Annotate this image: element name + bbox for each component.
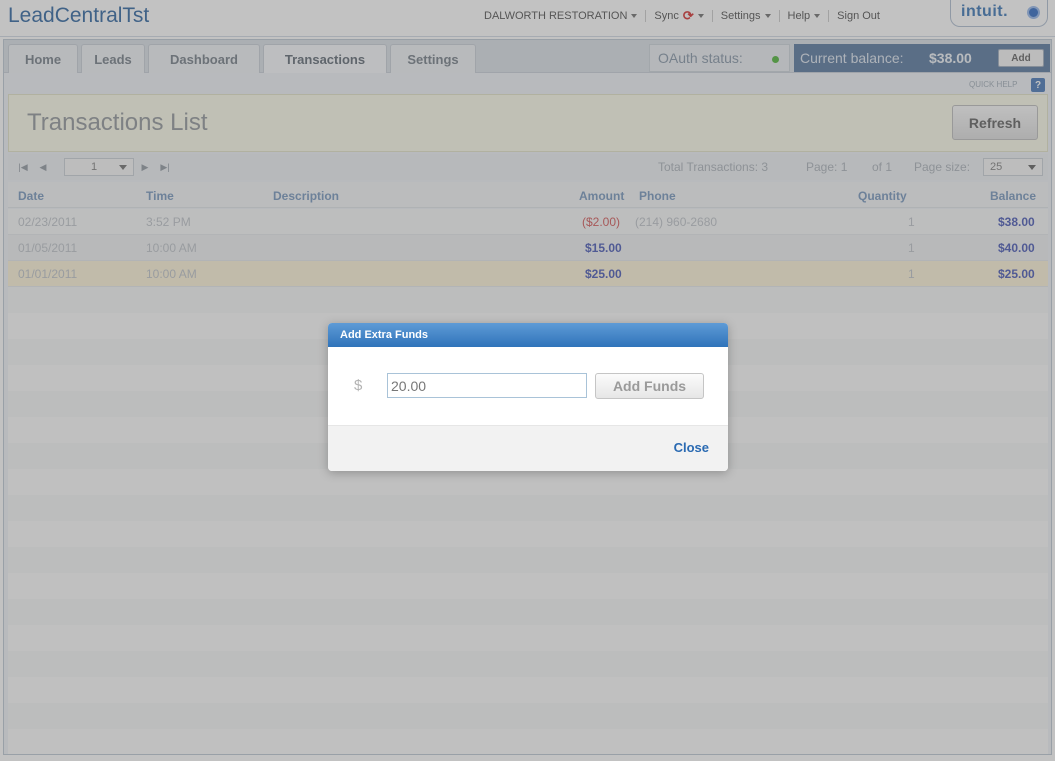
add-funds-dialog: Add Extra Funds $ Add Funds Close <box>328 323 728 471</box>
amount-input[interactable] <box>387 373 587 398</box>
close-button[interactable]: Close <box>674 440 709 455</box>
currency-symbol: $ <box>354 377 363 394</box>
add-funds-button[interactable]: Add Funds <box>595 373 704 399</box>
dialog-footer: Close <box>328 425 728 471</box>
dialog-title[interactable]: Add Extra Funds <box>328 323 728 347</box>
